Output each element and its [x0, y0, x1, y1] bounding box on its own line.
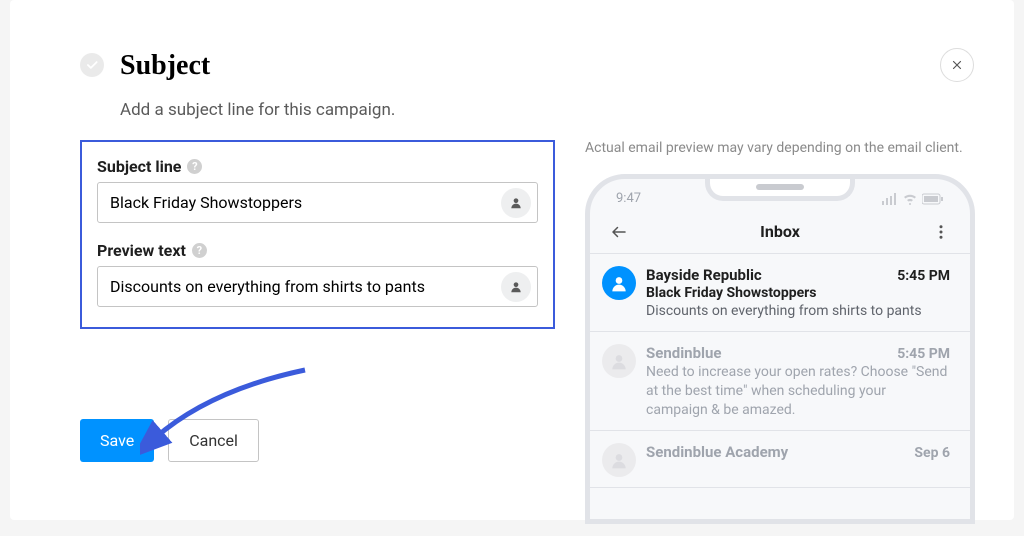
more-icon	[932, 223, 950, 241]
preview-text-label: Preview text	[97, 241, 186, 260]
preview-text-input[interactable]	[98, 267, 501, 306]
status-icons	[882, 193, 944, 205]
phone-preview: 9:47 Inbox	[585, 174, 975, 524]
email-row: Sendinblue Academy Sep 6	[590, 431, 970, 488]
inbox-title: Inbox	[628, 222, 932, 241]
wifi-icon	[902, 193, 918, 205]
help-icon[interactable]: ?	[187, 159, 202, 174]
status-time: 9:47	[616, 191, 641, 206]
email-time: Sep 6	[914, 445, 950, 461]
subject-form-panel: Subject line ? Preview text ?	[80, 140, 555, 329]
email-time: 5:45 PM	[897, 346, 950, 362]
preview-disclaimer: Actual email preview may vary depending …	[585, 140, 975, 156]
help-icon[interactable]: ?	[192, 243, 207, 258]
save-button[interactable]: Save	[80, 419, 154, 462]
email-row: Sendinblue 5:45 PM Need to increase your…	[590, 332, 970, 431]
back-icon	[610, 223, 628, 241]
person-icon	[509, 280, 523, 294]
avatar	[602, 443, 636, 477]
page-subtitle: Add a subject line for this campaign.	[120, 100, 974, 120]
battery-icon	[922, 193, 944, 205]
subject-line-label: Subject line	[97, 157, 181, 176]
personalization-button[interactable]	[501, 188, 531, 218]
email-subject: Black Friday Showstoppers	[646, 285, 950, 301]
avatar	[602, 266, 636, 300]
signal-icon	[882, 193, 898, 205]
personalization-button[interactable]	[501, 272, 531, 302]
close-icon	[950, 58, 964, 72]
step-check-icon	[80, 53, 104, 77]
email-row: Bayside Republic 5:45 PM Black Friday Sh…	[590, 254, 970, 332]
email-preview: Need to increase your open rates? Choose…	[646, 363, 950, 420]
email-sender: Bayside Republic	[646, 266, 762, 284]
avatar	[602, 344, 636, 378]
email-sender: Sendinblue	[646, 344, 721, 362]
email-sender: Sendinblue Academy	[646, 443, 788, 461]
subject-line-input[interactable]	[98, 183, 501, 222]
email-time: 5:45 PM	[897, 268, 950, 284]
cancel-button[interactable]: Cancel	[168, 419, 259, 462]
page-title: Subject	[120, 50, 210, 82]
close-button[interactable]	[940, 48, 974, 82]
person-icon	[509, 196, 523, 210]
email-preview: Discounts on everything from shirts to p…	[646, 302, 950, 321]
